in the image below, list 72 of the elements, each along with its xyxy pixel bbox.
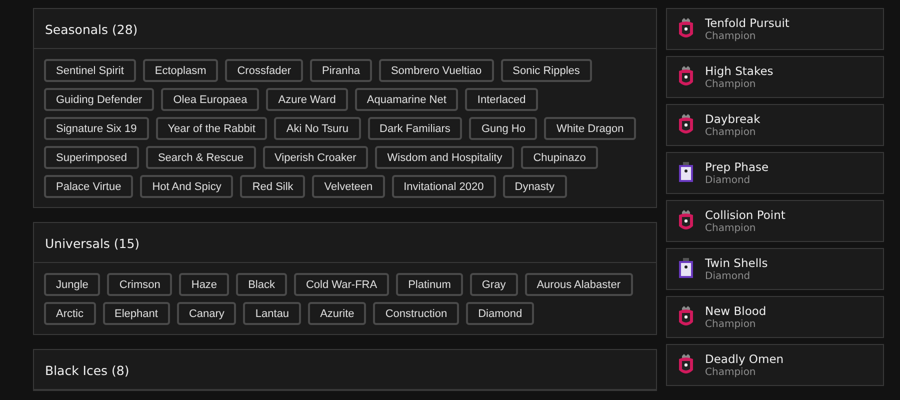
tag-chip[interactable]: Azurite bbox=[308, 302, 366, 325]
challenge-name: Twin Shells bbox=[705, 256, 768, 270]
tag-chip[interactable]: Gray bbox=[470, 273, 518, 296]
tag-chip[interactable]: Search & Rescue bbox=[146, 146, 256, 169]
tag-chip[interactable]: Velveteen bbox=[312, 175, 385, 198]
tag-chip[interactable]: Dynasty bbox=[502, 175, 566, 198]
tag-chip[interactable]: Arctic bbox=[44, 302, 96, 325]
tag-chip[interactable]: Year of the Rabbit bbox=[156, 117, 268, 140]
challenge-rank: Champion bbox=[705, 31, 757, 42]
tag-chip[interactable]: Jungle bbox=[44, 273, 100, 296]
challenge-rank: Champion bbox=[705, 367, 757, 378]
tag-chip[interactable]: Wisdom and Hospitality bbox=[375, 146, 514, 169]
tag-chip[interactable]: Black bbox=[236, 273, 287, 296]
challenge-card[interactable]: Tenfold Pursuit Champion bbox=[666, 8, 884, 50]
section-title: Black Ices (8) bbox=[45, 363, 130, 378]
challenge-name: High Stakes bbox=[705, 64, 774, 78]
tag-chip[interactable]: Diamond bbox=[466, 302, 534, 325]
section-title: Universals (15) bbox=[45, 236, 140, 251]
tag-chip[interactable]: Ectoplasm bbox=[142, 59, 218, 82]
card-icon bbox=[677, 161, 695, 185]
tag-chip[interactable]: Palace Virtue bbox=[44, 175, 134, 198]
challenge-name: New Blood bbox=[705, 304, 766, 318]
tag-chip[interactable]: Hot And Spicy bbox=[140, 175, 234, 198]
tag-chip[interactable]: Aurous Alabaster bbox=[524, 273, 632, 296]
tag-chip[interactable]: Sentinel Spirit bbox=[44, 59, 136, 82]
tag-chip[interactable]: Gung Ho bbox=[469, 117, 538, 140]
tag-chip[interactable]: Signature Six 19 bbox=[44, 117, 149, 140]
tag-chip[interactable]: Interlaced bbox=[465, 88, 538, 111]
challenge-card[interactable]: Collision Point Champion bbox=[666, 200, 884, 242]
tag-chip[interactable]: Crossfader bbox=[225, 59, 304, 82]
tag-chip[interactable]: Invitational 2020 bbox=[392, 175, 496, 198]
tag-chip[interactable]: Construction bbox=[373, 302, 460, 325]
tag-chip[interactable]: Guiding Defender bbox=[44, 88, 154, 111]
challenge-card[interactable]: High Stakes Champion bbox=[666, 56, 884, 98]
tag-chip[interactable]: Olea Europaea bbox=[161, 88, 260, 111]
tag-chip[interactable]: Sonic Ripples bbox=[500, 59, 592, 82]
challenge-rank: Champion bbox=[705, 127, 757, 138]
tag-chip[interactable]: Dark Familiars bbox=[368, 117, 462, 140]
section-title: Seasonals (28) bbox=[45, 22, 138, 37]
challenge-card[interactable]: Prep Phase Diamond bbox=[666, 152, 884, 194]
challenge-card[interactable]: Deadly Omen Champion bbox=[666, 344, 884, 386]
challenge-card[interactable]: Daybreak Champion bbox=[666, 104, 884, 146]
challenge-name: Deadly Omen bbox=[705, 352, 784, 366]
challenge-rank: Champion bbox=[705, 223, 757, 234]
tag-chip[interactable]: Red Silk bbox=[240, 175, 306, 198]
tag-chip[interactable]: Crimson bbox=[107, 273, 172, 296]
tag-chip[interactable]: Piranha bbox=[310, 59, 372, 82]
tag-chip[interactable]: Canary bbox=[176, 302, 236, 325]
challenge-name: Tenfold Pursuit bbox=[705, 16, 790, 30]
tag-chip[interactable]: Azure Ward bbox=[266, 88, 348, 111]
tag-chip[interactable]: Aki No Tsuru bbox=[274, 117, 361, 140]
tag-chip[interactable]: Sombrero Vueltiao bbox=[378, 59, 494, 82]
challenge-name: Collision Point bbox=[705, 208, 786, 222]
tag-chip[interactable]: Cold War-FRA bbox=[294, 273, 390, 296]
tag-chip[interactable]: Chupinazo bbox=[521, 146, 598, 169]
tag-chip[interactable]: Elephant bbox=[102, 302, 170, 325]
challenge-name: Daybreak bbox=[705, 112, 760, 126]
challenge-rank: Champion bbox=[705, 79, 757, 90]
tag-chip[interactable]: Viperish Croaker bbox=[262, 146, 368, 169]
challenge-card[interactable]: New Blood Champion bbox=[666, 296, 884, 338]
tag-chip[interactable]: Lantau bbox=[243, 302, 302, 325]
tag-chip[interactable]: Haze bbox=[179, 273, 230, 296]
challenge-rank: Diamond bbox=[705, 175, 752, 186]
card-icon bbox=[677, 257, 695, 281]
challenge-rank: Diamond bbox=[705, 271, 752, 282]
tag-chip[interactable]: Platinum bbox=[396, 273, 463, 296]
tag-chip[interactable]: White Dragon bbox=[544, 117, 636, 140]
challenge-rank: Champion bbox=[705, 319, 757, 330]
tag-chip[interactable]: Aquamarine Net bbox=[354, 88, 458, 111]
challenge-name: Prep Phase bbox=[705, 160, 769, 174]
challenge-card[interactable]: Twin Shells Diamond bbox=[666, 248, 884, 290]
tag-chip[interactable]: Superimposed bbox=[44, 146, 139, 169]
